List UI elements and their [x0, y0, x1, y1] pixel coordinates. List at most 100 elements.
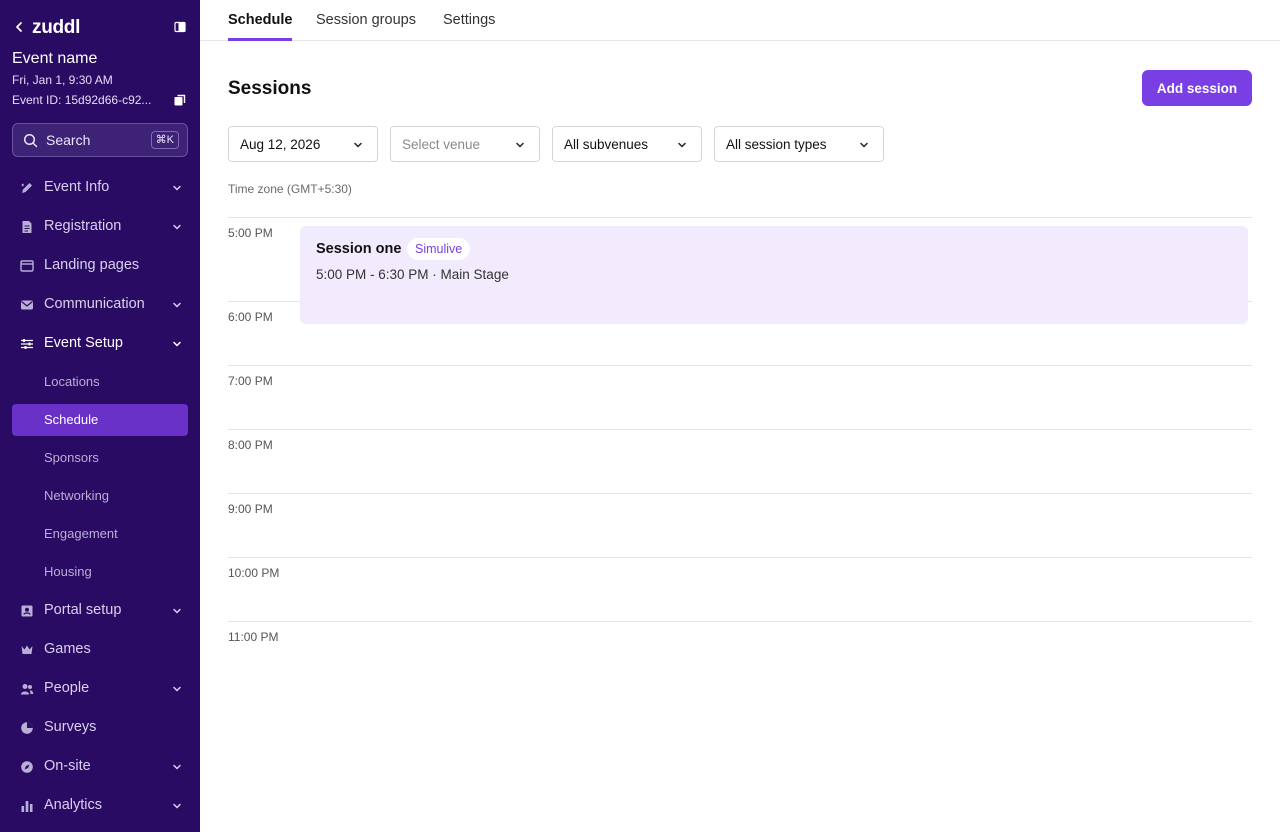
add-session-button[interactable]: Add session [1142, 70, 1252, 106]
venue-select-placeholder: Select venue [402, 137, 481, 152]
hour-label: 7:00 PM [228, 374, 273, 388]
venue-select[interactable]: Select venue [390, 126, 540, 162]
session-title: Session one [316, 241, 402, 257]
sidebar-item-label: Surveys [44, 719, 97, 735]
hour-divider [228, 365, 1252, 366]
hour-label: 8:00 PM [228, 438, 273, 452]
brand-logo: zuddl [32, 17, 81, 38]
sidebar-item-event-setup[interactable]: Event Setup [12, 328, 188, 360]
event-name: Event name [12, 50, 98, 67]
sidebar-item-label: On-site [44, 758, 91, 774]
event-id: Event ID: 15d92d66-c92... [12, 93, 152, 107]
chevron-down-icon [173, 803, 181, 809]
pencil-icon [21, 183, 32, 193]
document-icon [22, 221, 32, 233]
sidebar-item-label: Landing pages [44, 257, 140, 273]
sidebar-item-communication[interactable]: Communication [12, 289, 188, 321]
hour-divider [228, 493, 1252, 494]
sidebar-item-people[interactable]: People [12, 673, 188, 705]
subvenue-select[interactable]: All subvenues [552, 126, 702, 162]
event-date: Fri, Jan 1, 9:30 AM [12, 73, 113, 87]
chevron-down-icon [173, 185, 181, 191]
tab-schedule[interactable]: Schedule [228, 12, 293, 41]
sidebar-subitem-locations[interactable]: Locations [12, 366, 188, 398]
timezone-label: Time zone (GMT+5:30) [228, 182, 352, 196]
search-label: Search [46, 132, 91, 148]
hour-label: 11:00 PM [228, 630, 279, 644]
copy-icon[interactable] [173, 93, 187, 107]
sidebar-item-label: Games [44, 641, 91, 657]
sidebar-item-registration[interactable]: Registration [12, 211, 188, 243]
sidebar-collapse-icon[interactable] [174, 21, 186, 33]
mail-icon [21, 300, 33, 310]
hour-divider [228, 429, 1252, 430]
sidebar-item-event-info[interactable]: Event Info [12, 172, 188, 204]
search-icon [23, 133, 38, 148]
sidebar-item-landing-pages[interactable]: Landing pages [12, 250, 188, 282]
people-icon [20, 684, 34, 695]
chevron-down-icon [354, 142, 362, 148]
session-time-venue: 5:00 PM - 6:30 PM · Main Stage [316, 267, 509, 282]
brand-row: zuddl [12, 16, 188, 40]
browser-icon [20, 260, 34, 272]
date-select-value: Aug 12, 2026 [240, 137, 321, 152]
sidebar-item-portal-setup[interactable]: Portal setup [12, 595, 188, 627]
sidebar-subitem-networking[interactable]: Networking [12, 480, 188, 512]
session-card[interactable]: Session one Simulive 5:00 PM - 6:30 PM ·… [300, 226, 1248, 324]
chevron-down-icon [860, 142, 868, 148]
sidebar-subitem-engagement[interactable]: Engagement [12, 518, 188, 550]
hour-divider [228, 217, 1252, 218]
bar-chart-icon [21, 801, 33, 812]
sidebar-item-label: Analytics [44, 797, 103, 813]
search-shortcut: ⌘K [150, 131, 179, 149]
sidebar-subitem-schedule[interactable]: Schedule [12, 404, 188, 436]
sidebar-subitem-label: Locations [44, 374, 100, 389]
hour-divider [228, 557, 1252, 558]
sidebar-item-label: Portal setup [44, 602, 122, 618]
chevron-down-icon [516, 142, 524, 148]
sidebar-subitem-label: Housing [44, 564, 92, 579]
sidebar-item-label: Communication [44, 296, 145, 312]
sidebar-item-label: People [44, 680, 90, 696]
tab-settings[interactable]: Settings [443, 12, 495, 41]
sidebar-item-label: Registration [44, 218, 122, 234]
hour-divider [228, 621, 1252, 622]
sidebar-subitem-sponsors[interactable]: Sponsors [12, 442, 188, 474]
sidebar-item-label: Event Setup [44, 335, 123, 351]
sidebar: zuddl Event name Fri, Jan 1, 9:30 AM Eve… [0, 0, 200, 832]
pie-icon [21, 722, 33, 734]
page-title: Sessions [228, 78, 312, 99]
session-type-select[interactable]: All session types [714, 126, 884, 162]
compass-icon [21, 761, 33, 773]
top-tabs: Schedule Session groups Settings [200, 0, 1280, 41]
sidebar-subitem-label: Schedule [44, 412, 99, 427]
sliders-icon [21, 339, 33, 349]
sidebar-item-on-site[interactable]: On-site [12, 751, 188, 783]
portal-icon [21, 605, 33, 617]
search-input[interactable]: Search ⌘K [12, 123, 188, 157]
sidebar-subitem-label: Engagement [44, 526, 118, 541]
sidebar-item-games[interactable]: Games [12, 634, 188, 666]
hour-label: 10:00 PM [228, 566, 280, 580]
sidebar-item-analytics[interactable]: Analytics [12, 790, 188, 822]
sidebar-subitem-housing[interactable]: Housing [12, 556, 188, 588]
chevron-down-icon [173, 302, 181, 308]
chevron-left-icon[interactable] [12, 20, 26, 34]
hour-label: 5:00 PM [228, 226, 273, 240]
chevron-down-icon [173, 686, 181, 692]
tab-session-groups[interactable]: Session groups [316, 12, 416, 41]
sidebar-item-surveys[interactable]: Surveys [12, 712, 188, 744]
hour-label: 6:00 PM [228, 310, 273, 324]
chevron-down-icon [173, 224, 181, 230]
session-type-badge: Simulive [407, 238, 471, 260]
sidebar-subitem-label: Networking [44, 488, 110, 503]
chevron-down-icon [173, 341, 181, 347]
subvenue-select-value: All subvenues [564, 137, 649, 152]
session-type-select-value: All session types [726, 137, 827, 152]
hour-label: 9:00 PM [228, 502, 273, 516]
sidebar-item-label: Event Info [44, 179, 110, 195]
crown-icon [21, 645, 33, 654]
chevron-down-icon [678, 142, 686, 148]
sidebar-subitem-label: Sponsors [44, 450, 99, 465]
date-select[interactable]: Aug 12, 2026 [228, 126, 378, 162]
